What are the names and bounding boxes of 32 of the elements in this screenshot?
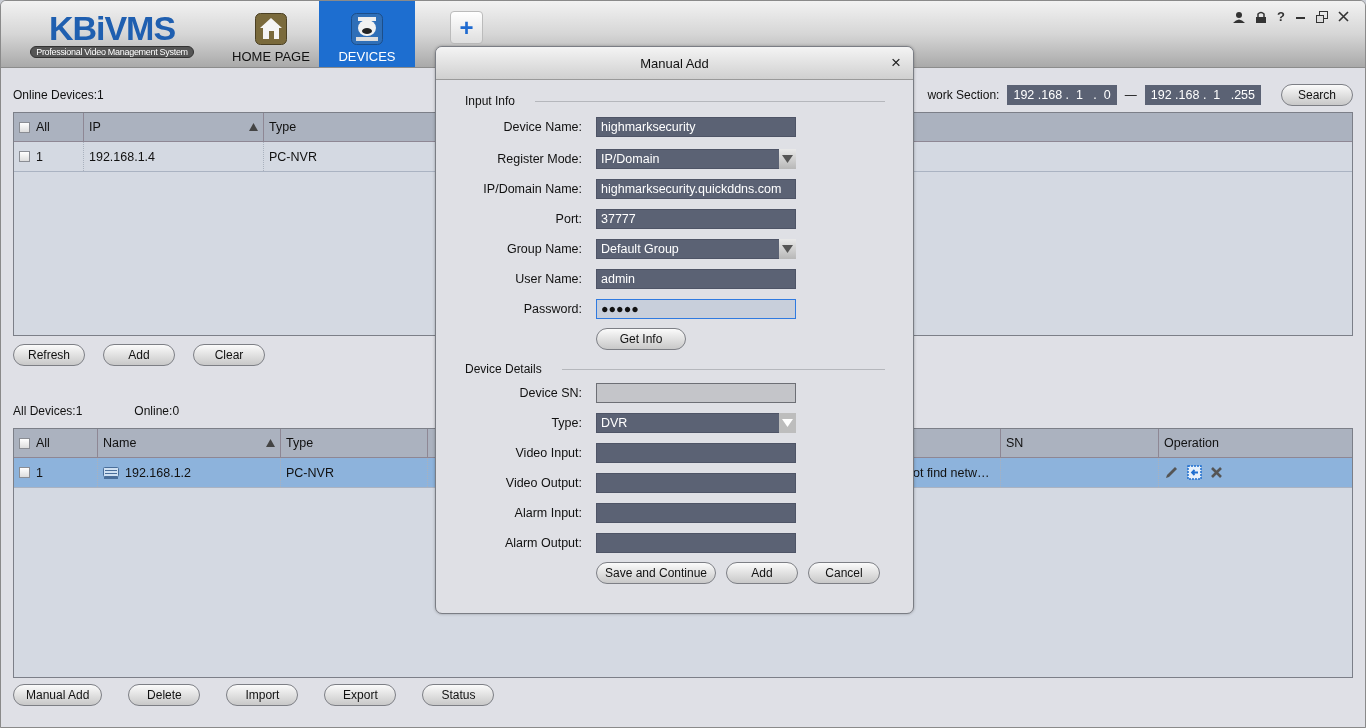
field-label: Password: xyxy=(522,302,582,316)
table-cell: PC-NVR xyxy=(286,465,334,480)
table-cell: 192.168.1.2 xyxy=(125,465,192,480)
field-label: Type: xyxy=(550,416,582,430)
field-label: User Name: xyxy=(514,272,582,286)
dialog-title: Manual Add xyxy=(640,55,709,71)
field-label: Register Mode: xyxy=(496,152,582,166)
row-number: 1 xyxy=(36,149,43,164)
table-cell: 192.168.1.4 xyxy=(89,149,156,164)
device-count: All Devices:1 xyxy=(13,404,83,418)
section-title: Input Info xyxy=(465,94,516,108)
network-section-label: work Section: xyxy=(927,88,1000,102)
field-label: Alarm Input: xyxy=(513,506,582,520)
field-label: Device SN: xyxy=(518,386,582,400)
field-label: Group Name: xyxy=(505,242,582,256)
section-title: Device Details xyxy=(465,362,542,376)
field-label: Alarm Output: xyxy=(503,536,582,550)
row-number: 1 xyxy=(36,465,43,480)
device-count: Online Devices:1 xyxy=(13,88,104,102)
column-header: All xyxy=(36,120,50,134)
field-label: Video Output: xyxy=(504,476,582,490)
table-cell: ot find netw… xyxy=(913,465,990,480)
logo-tagline: Professional Video Management System xyxy=(30,45,194,58)
range-dash: — xyxy=(1124,88,1137,102)
field-label: Port: xyxy=(554,212,582,226)
online-count: Online:0 xyxy=(134,404,180,418)
field-label: Video Input: xyxy=(514,446,582,460)
logo-text: KBiVMS xyxy=(48,10,176,45)
field-label: Device Name: xyxy=(502,120,582,134)
field-label: IP/Domain Name: xyxy=(482,182,582,196)
column-header: All xyxy=(36,436,50,450)
table-cell: PC-NVR xyxy=(269,149,317,164)
